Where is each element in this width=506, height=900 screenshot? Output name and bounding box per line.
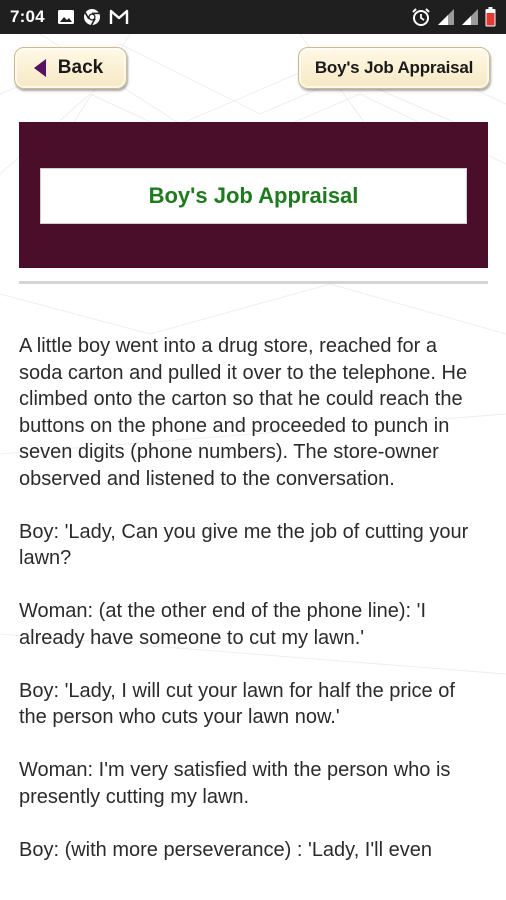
back-button[interactable]: Back [14, 47, 127, 89]
story-paragraph: Boy: 'Lady, I will cut your lawn for hal… [19, 679, 455, 729]
status-bar: 7:04 [0, 0, 506, 34]
story-text: A little boy went into a drug store, rea… [19, 333, 484, 890]
story-paragraph: A little boy went into a drug store, rea… [19, 335, 468, 490]
status-notification-icons [57, 8, 129, 26]
back-button-label: Back [57, 57, 104, 78]
title-button-label: Boy's Job Appraisal [314, 58, 474, 77]
title-banner: Boy's Job Appraisal [19, 122, 488, 268]
status-system-icons [411, 7, 496, 27]
gmail-icon [109, 9, 129, 25]
status-time: 7:04 [10, 7, 45, 26]
title-button[interactable]: Boy's Job Appraisal [298, 47, 490, 89]
battery-icon [485, 7, 496, 27]
alarm-icon [411, 7, 431, 27]
image-icon [57, 9, 75, 25]
signal-icon [437, 8, 455, 26]
story-paragraph: Boy: (with more perseverance) : 'Lady, I… [19, 838, 432, 861]
story-paragraph: Woman: I'm very satisfied with the perso… [19, 759, 451, 808]
chrome-icon [83, 8, 101, 26]
page-title: Boy's Job Appraisal [148, 183, 359, 208]
back-arrow-icon [33, 59, 46, 77]
banner-title-box: Boy's Job Appraisal [40, 168, 467, 224]
story-paragraph: Woman: (at the other end of the phone li… [19, 600, 427, 649]
story-paragraph: Boy: 'Lady, Can you give me the job of c… [19, 520, 469, 570]
app-content: Back Boy's Job Appraisal Boy's Job Appra… [0, 34, 506, 900]
signal-icon [461, 8, 479, 26]
divider [19, 281, 488, 284]
